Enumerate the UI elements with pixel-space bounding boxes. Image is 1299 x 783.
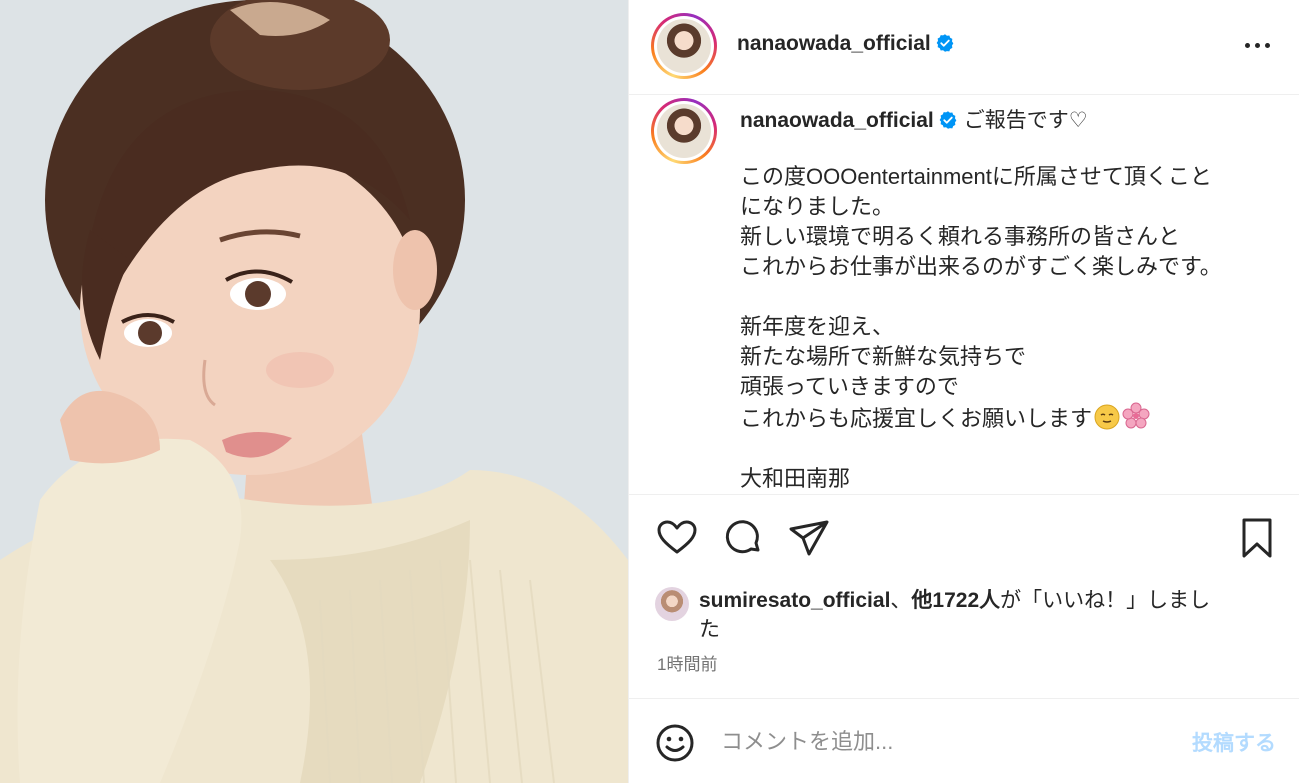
post-timestamp[interactable]: 1時間前 <box>657 650 717 675</box>
caption-line: 新年度を迎え、 <box>740 314 895 339</box>
more-options-icon[interactable] <box>1242 30 1272 60</box>
likes-text: sumiresato_official、他1722人が「いいね！」しました <box>699 586 1275 644</box>
caption-line: この度OOOentertainmentに所属させて頂くこと <box>740 164 1212 189</box>
caption-header: nanaowada_official ご報告です♡ <box>740 104 1088 134</box>
caption-avatar-image <box>657 104 711 158</box>
caption-line: 頑張っていきますので <box>740 374 959 399</box>
likes-suffix-cont: た <box>699 618 720 641</box>
caption-text: この度OOOentertainmentに所属させて頂くこと になりました。 新し… <box>740 162 1280 494</box>
verified-badge-icon <box>939 111 957 129</box>
post-header: nanaowada_official <box>629 0 1299 95</box>
relieved-face-emoji <box>1094 404 1120 430</box>
caption-avatar[interactable] <box>651 98 717 164</box>
caption-line <box>740 282 1280 312</box>
comment-input[interactable] <box>721 719 1161 765</box>
cherry-blossom-emoji <box>1122 402 1150 429</box>
caption-line: 新たな場所で新鮮な気持ちで <box>740 344 1027 369</box>
share-icon[interactable] <box>787 516 831 560</box>
liker-avatar[interactable] <box>655 587 689 621</box>
header-username[interactable]: nanaowada_official <box>737 32 955 56</box>
likes-summary: sumiresato_official、他1722人が「いいね！」しました <box>655 586 1275 644</box>
action-bar <box>629 516 1299 566</box>
caption-username[interactable]: nanaowada_official <box>740 109 934 132</box>
portrait-illustration <box>0 0 628 783</box>
likes-suffix: が「いいね！」しまし <box>1000 589 1211 612</box>
post-comment-button[interactable]: 投稿する <box>1192 727 1276 757</box>
caption-line: になりました。 <box>740 194 895 219</box>
likes-separator: 、 <box>890 589 912 612</box>
caption-signature: 大和田南那 <box>740 466 851 491</box>
header-username-text[interactable]: nanaowada_official <box>737 32 931 55</box>
caption-line: 新しい環境で明るく頼れる事務所の皆さんと <box>740 224 1181 249</box>
caption-line <box>740 434 1280 464</box>
profile-avatar[interactable] <box>651 13 717 79</box>
comment-bar: 投稿する <box>629 698 1299 783</box>
verified-badge-icon <box>936 34 954 52</box>
caption-line-with-emoji: これからも応援宜しくお願いします <box>740 402 1280 434</box>
post-sidebar: nanaowada_official nanaowada_official ご報告… <box>628 0 1299 783</box>
liker-username[interactable]: sumiresato_official <box>699 589 890 612</box>
avatar-image <box>657 19 711 73</box>
caption-section: nanaowada_official ご報告です♡ この度OOOentertain… <box>629 96 1299 495</box>
smiley-face-icon[interactable] <box>655 723 695 763</box>
comment-icon[interactable] <box>721 516 765 560</box>
bookmark-icon[interactable] <box>1235 516 1279 560</box>
likes-count-link[interactable]: 他1722人 <box>911 589 1000 612</box>
caption-lead: ご報告です♡ <box>963 109 1088 132</box>
caption-line: これからお仕事が出来るのがすごく楽しみです。 <box>740 254 1222 279</box>
heart-icon[interactable] <box>655 516 699 560</box>
caption-line: これからも応援宜しくお願いします <box>740 406 1093 431</box>
post-photo[interactable] <box>0 0 628 783</box>
